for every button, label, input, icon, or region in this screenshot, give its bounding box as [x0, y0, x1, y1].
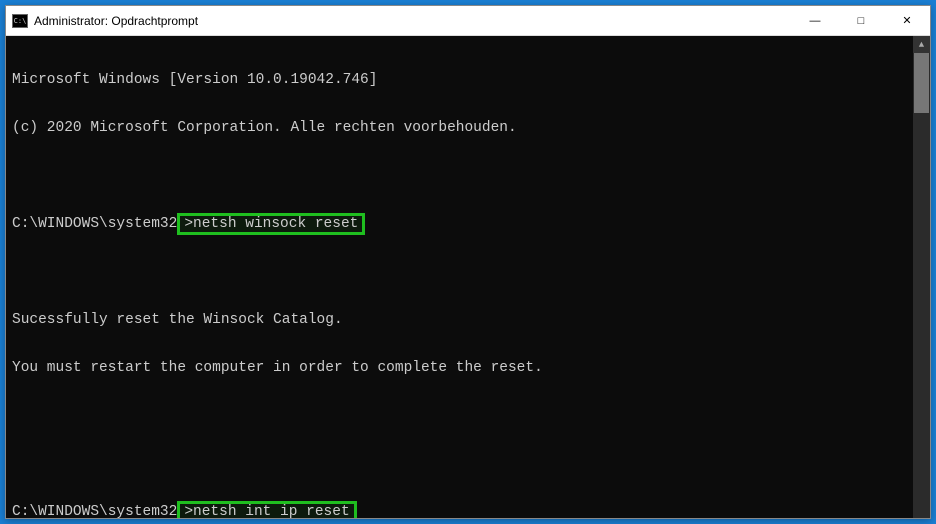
window-title: Administrator: Opdrachtprompt	[34, 14, 792, 28]
scroll-thumb[interactable]	[914, 53, 929, 113]
command-highlight-1: >netsh winsock reset	[177, 213, 365, 235]
prompt-path: C:\WINDOWS\system32	[12, 216, 177, 232]
vertical-scrollbar[interactable]: ▲	[913, 36, 930, 518]
prompt-line-2: C:\WINDOWS\system32>netsh int ip reset	[12, 504, 924, 518]
restart-notice-line: You must restart the computer in order t…	[12, 360, 924, 376]
copyright-line: (c) 2020 Microsoft Corporation. Alle rec…	[12, 120, 924, 136]
blank-line	[12, 408, 924, 424]
titlebar[interactable]: Administrator: Opdrachtprompt — □ ✕	[6, 6, 930, 36]
blank-line	[12, 264, 924, 280]
blank-line	[12, 456, 924, 472]
maximize-button[interactable]: □	[838, 6, 884, 35]
cmd-icon	[12, 14, 28, 28]
prompt-path: C:\WINDOWS\system32	[12, 504, 177, 518]
terminal-output[interactable]: Microsoft Windows [Version 10.0.19042.74…	[6, 36, 930, 518]
command-highlight-2: >netsh int ip reset	[177, 501, 356, 518]
winsock-success-line: Sucessfully reset the Winsock Catalog.	[12, 312, 924, 328]
minimize-button[interactable]: —	[792, 6, 838, 35]
command-prompt-window: Administrator: Opdrachtprompt — □ ✕ Micr…	[5, 5, 931, 519]
scroll-up-arrow[interactable]: ▲	[913, 36, 930, 53]
window-controls: — □ ✕	[792, 6, 930, 35]
version-line: Microsoft Windows [Version 10.0.19042.74…	[12, 72, 924, 88]
close-button[interactable]: ✕	[884, 6, 930, 35]
prompt-line-1: C:\WINDOWS\system32>netsh winsock reset	[12, 216, 924, 232]
blank-line	[12, 168, 924, 184]
